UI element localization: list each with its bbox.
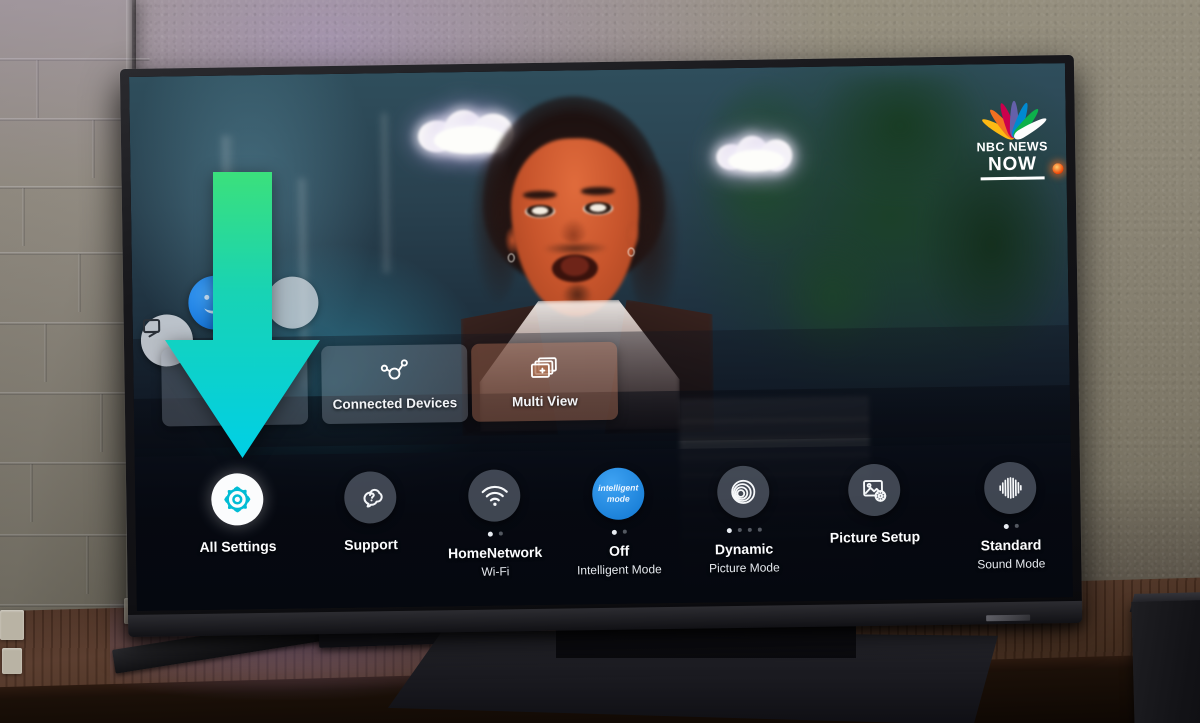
setting-picture-setup[interactable]: Picture Setup: [811, 463, 938, 547]
help-bubble-icon: [343, 471, 397, 524]
setting-title: Standard: [980, 536, 1042, 554]
multi-view-icon: [529, 355, 559, 386]
speaker-tower: [1131, 598, 1200, 723]
rec-dot: [1052, 163, 1064, 175]
setting-home-network[interactable]: HomeNetwork Wi-Fi: [431, 469, 559, 580]
gear-icon: [210, 473, 264, 526]
setting-title: Dynamic: [714, 540, 774, 558]
blown-highlight-right: [716, 133, 797, 174]
setting-title: Off: [608, 542, 630, 559]
tile-label: Connected Devices: [332, 394, 458, 412]
picture-setup-icon: [847, 463, 901, 517]
setting-dots: [681, 524, 807, 536]
wifi-icon: [467, 469, 521, 522]
tile-connected-devices[interactable]: Connected Devices: [321, 343, 469, 425]
photo-of-tv-quick-settings: NBC NEWS NOW Connected Devices Multi Vie…: [0, 0, 1200, 723]
nbc-peacock-logo: NBC NEWS NOW: [967, 95, 1056, 180]
setting-subtitle: Sound Mode: [977, 556, 1046, 572]
tile-multi-view[interactable]: Multi View: [471, 341, 619, 422]
peacock-icon: [978, 95, 1049, 142]
picture-mode-icon: [716, 465, 770, 519]
setting-subtitle: Picture Mode: [708, 560, 780, 576]
setting-sound-mode[interactable]: Standard Sound Mode: [947, 461, 1073, 572]
brick-fragment: [2, 648, 22, 674]
down-arrow-annotation: [165, 172, 320, 458]
setting-subtitle: Intelligent Mode: [576, 561, 662, 578]
setting-dots: [432, 528, 558, 540]
sound-mode-icon: [983, 461, 1037, 515]
intelligent-mode-icon-text: intelligent mode: [598, 482, 639, 504]
setting-all-settings[interactable]: All Settings: [174, 472, 301, 556]
setting-picture-mode[interactable]: Dynamic Picture Mode: [680, 465, 808, 576]
setting-support[interactable]: Support: [307, 471, 434, 555]
channel-bug-line2: NOW: [987, 153, 1037, 175]
channel-bug-line1: NBC NEWS: [976, 139, 1048, 155]
setting-title: HomeNetwork: [447, 543, 543, 562]
setting-subtitle: Wi-Fi: [481, 564, 510, 579]
intelligent-mode-icon: intelligent mode: [591, 467, 645, 521]
connected-devices-icon: [378, 358, 410, 389]
setting-title: Picture Setup: [829, 528, 921, 546]
setting-dots: [948, 520, 1073, 532]
tile-label: Multi View: [511, 393, 578, 410]
brick-fragment: [0, 610, 24, 640]
setting-title: All Settings: [199, 537, 277, 555]
setting-title: Support: [344, 536, 398, 553]
setting-intelligent-mode[interactable]: intelligent mode Off Intelligent Mode: [555, 467, 683, 578]
tv-brand-logo: [986, 614, 1031, 622]
setting-dots: [556, 526, 682, 538]
